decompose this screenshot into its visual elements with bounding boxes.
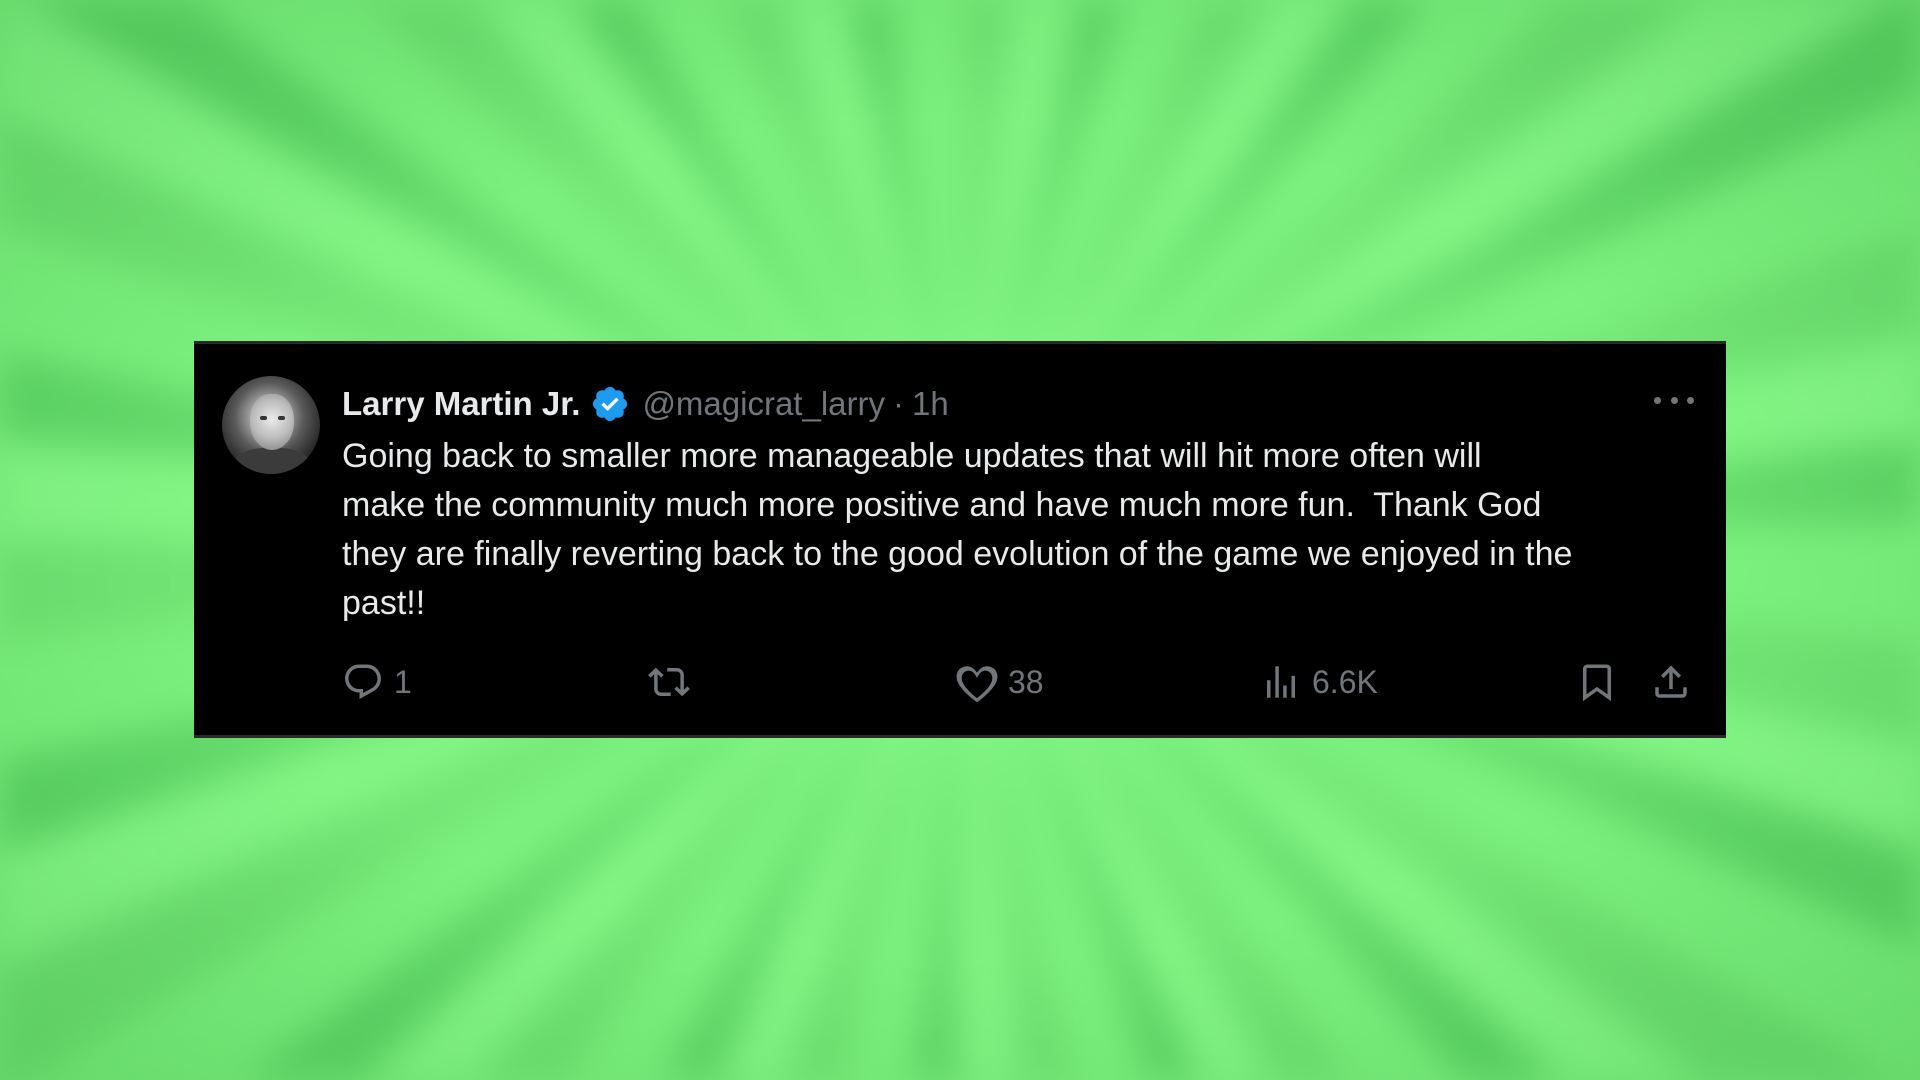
retweet-icon bbox=[648, 667, 690, 697]
author-handle[interactable]: @magicrat_larry bbox=[642, 385, 885, 423]
more-dot bbox=[1670, 396, 1678, 404]
tweet-header: Larry Martin Jr. @magicrat_larry · 1h bbox=[342, 380, 949, 428]
header-separator: · bbox=[893, 385, 904, 422]
bookmark-icon bbox=[1583, 664, 1611, 702]
reply-count: 1 bbox=[394, 663, 412, 700]
more-icon[interactable] bbox=[1654, 394, 1694, 406]
views-button[interactable]: 6.6K bbox=[1260, 657, 1378, 707]
tweet-timestamp[interactable]: 1h bbox=[912, 385, 949, 423]
like-button[interactable]: 38 bbox=[956, 657, 1044, 707]
share-icon bbox=[1655, 665, 1687, 698]
like-icon bbox=[956, 666, 998, 703]
share-button[interactable] bbox=[1650, 657, 1692, 707]
avatar[interactable] bbox=[222, 376, 320, 474]
avatar-eye-right bbox=[278, 416, 285, 420]
tweet-actions: 1 38 6.6K bbox=[342, 657, 1702, 707]
tweet-text: Going back to smaller more manageable up… bbox=[342, 437, 1573, 622]
avatar-face bbox=[250, 394, 294, 450]
bookmark-button[interactable] bbox=[1576, 657, 1618, 707]
avatar-eye-left bbox=[260, 416, 267, 420]
reply-icon bbox=[345, 664, 381, 699]
retweet-button[interactable] bbox=[648, 657, 690, 707]
verified-badge-icon bbox=[593, 386, 628, 422]
views-icon bbox=[1267, 666, 1295, 698]
views-count: 6.6K bbox=[1312, 663, 1378, 700]
tweet-card[interactable]: Larry Martin Jr. @magicrat_larry · 1h Go… bbox=[194, 341, 1726, 738]
like-count: 38 bbox=[1008, 663, 1044, 700]
more-dot bbox=[1654, 396, 1661, 404]
reply-button[interactable]: 1 bbox=[342, 657, 412, 707]
more-dot bbox=[1687, 396, 1694, 404]
author-name[interactable]: Larry Martin Jr. bbox=[342, 385, 580, 423]
avatar-shoulders bbox=[234, 448, 310, 474]
